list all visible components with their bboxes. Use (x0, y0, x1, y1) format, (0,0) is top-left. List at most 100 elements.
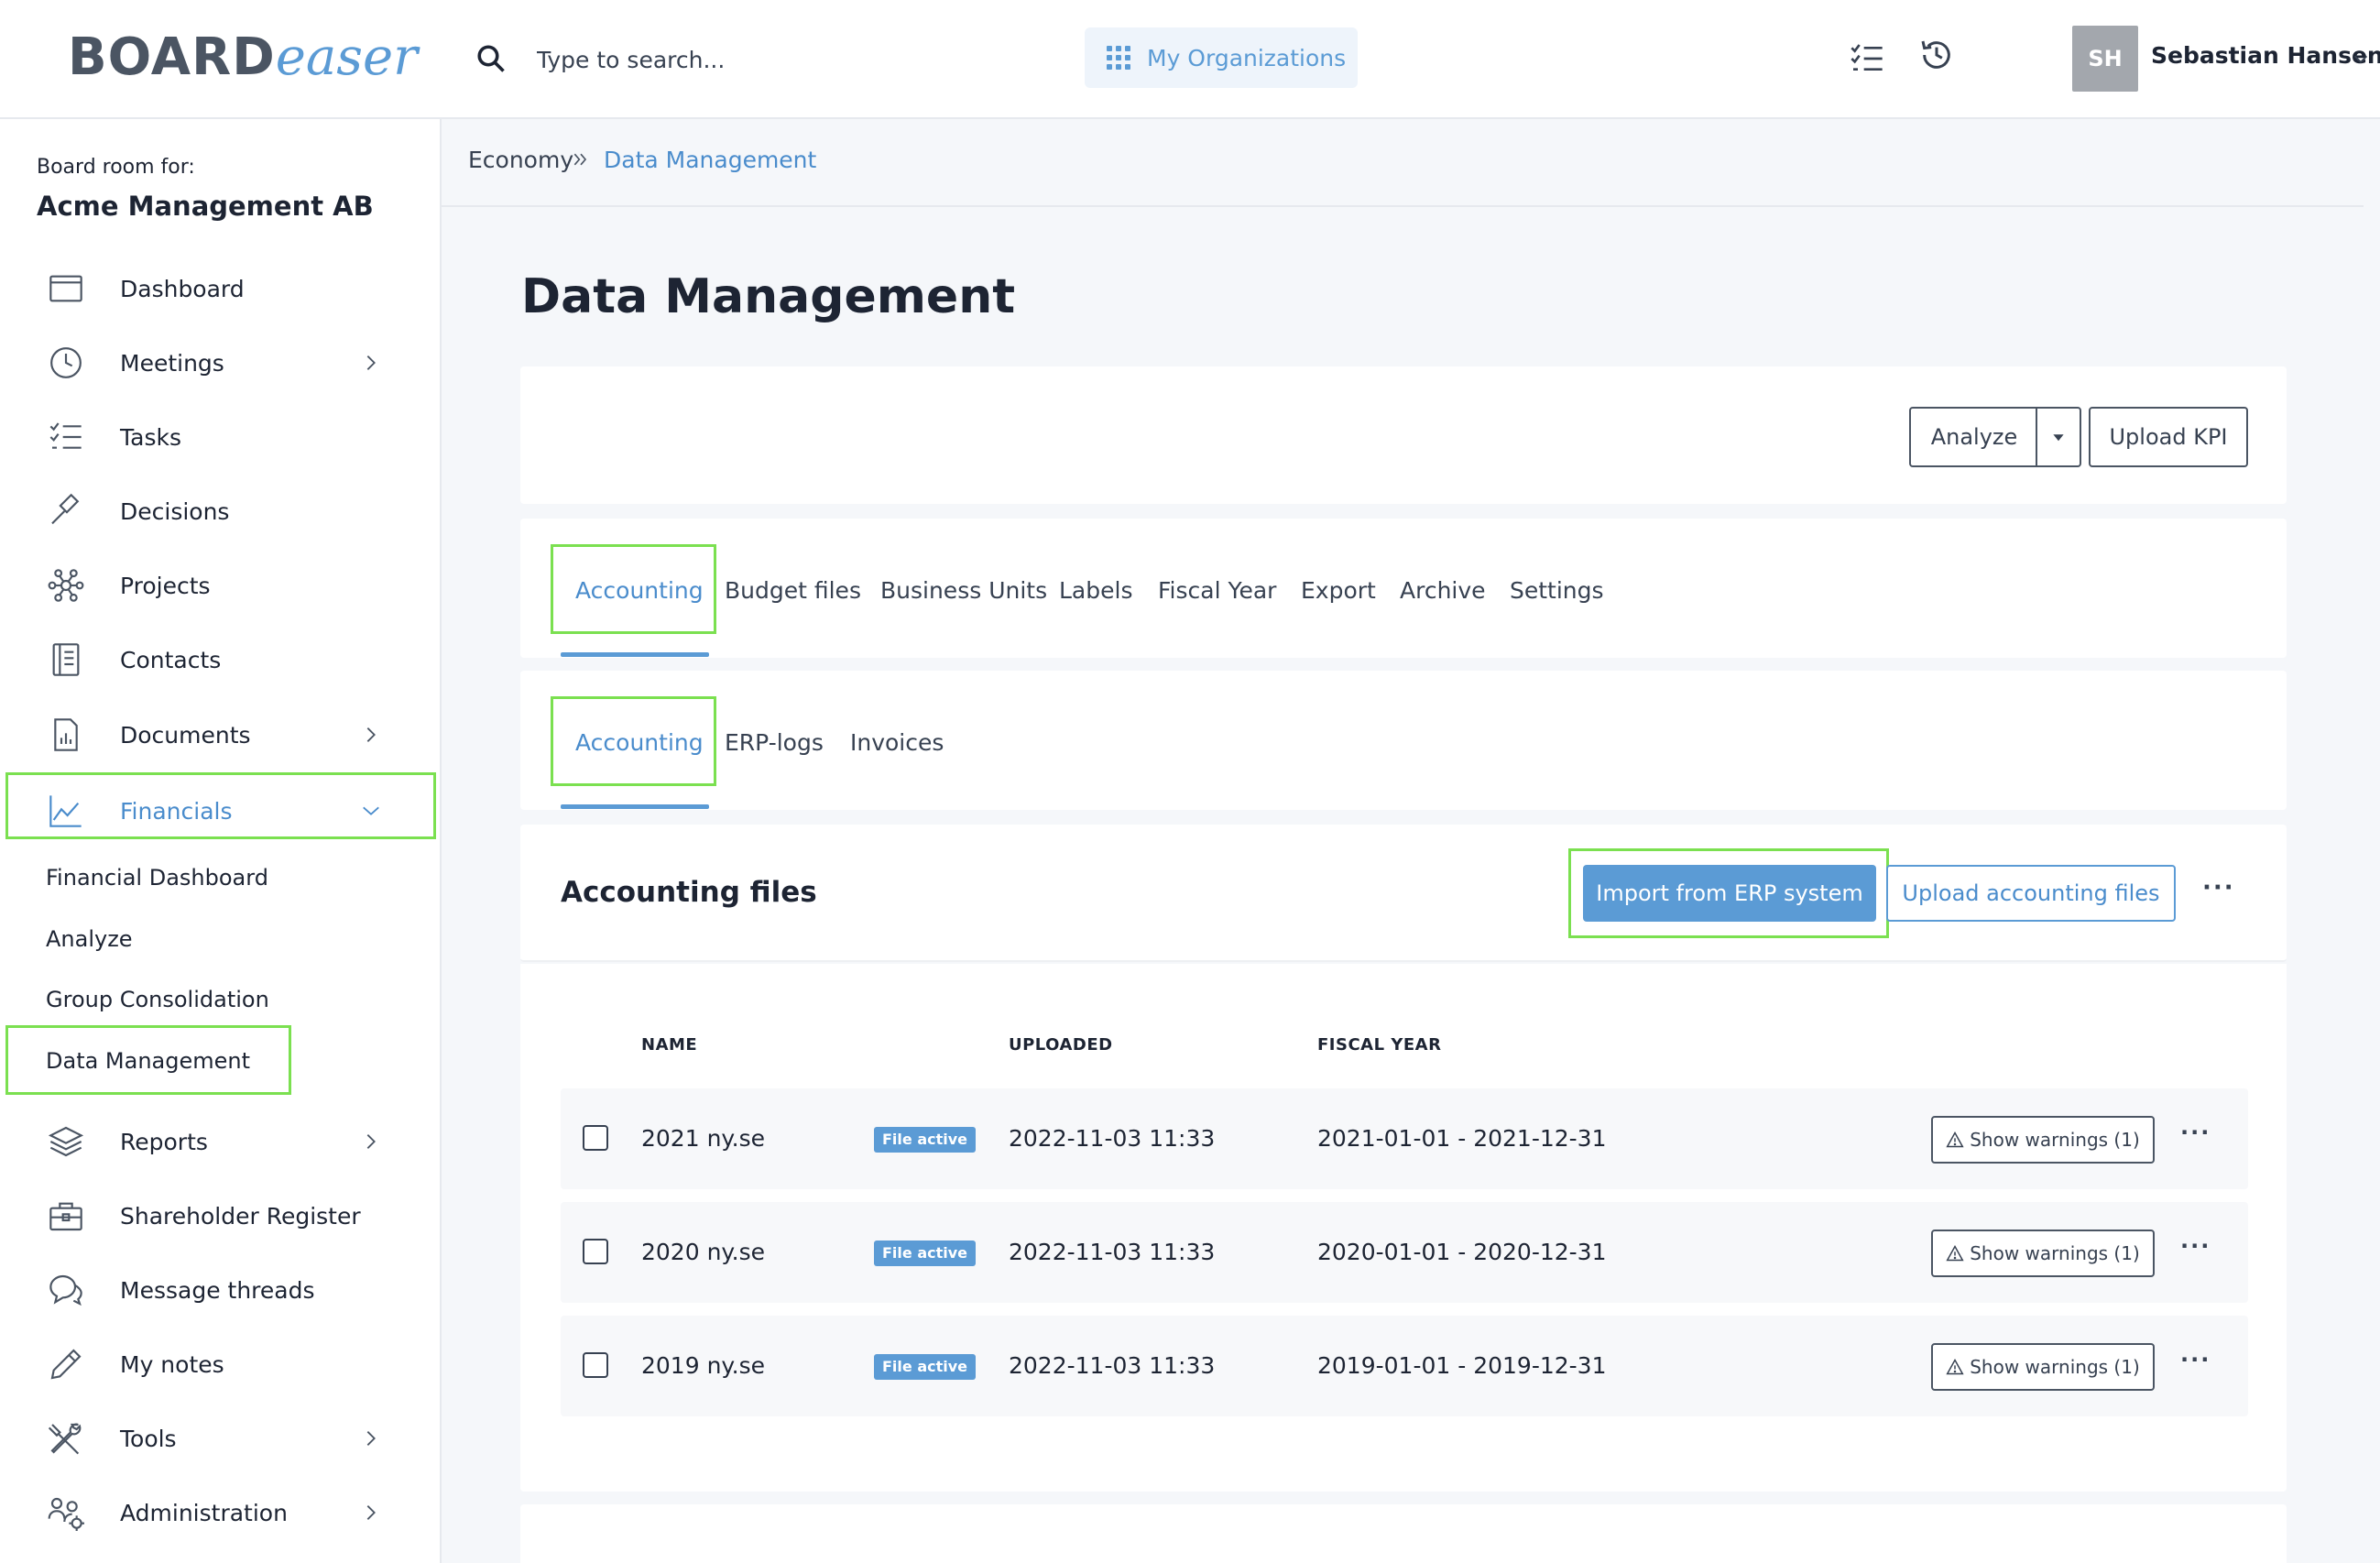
gavel-icon (51, 493, 80, 525)
subtab-erp-logs[interactable]: ERP-logs (725, 729, 824, 756)
top-bar: BOARDeaser My Organizations SH Sebastian… (0, 0, 2380, 119)
sidebar-item-dashboard[interactable]: Dashboard (0, 257, 442, 321)
status-badge: File active (874, 1354, 977, 1380)
sidebar-subitem-group-consolidation[interactable]: Group Consolidation (46, 987, 269, 1012)
tab-settings[interactable]: Settings (1510, 577, 1604, 604)
chevron-right-icon (366, 727, 376, 742)
warning-icon (1946, 1131, 1964, 1148)
more-options-icon[interactable]: ··· (2202, 874, 2235, 902)
sidebar-item-shareholder-register[interactable]: Shareholder Register (0, 1184, 442, 1248)
sidebar-subitem-data-management[interactable]: Data Management (46, 1048, 250, 1074)
sidebar-item-projects[interactable]: Projects (0, 553, 442, 618)
board-room-label: Board room for: (37, 156, 195, 179)
tools-icon (48, 1423, 82, 1455)
sidebar-subitem-financial-dashboard[interactable]: Financial Dashboard (46, 865, 268, 891)
chevron-right-icon (366, 1134, 376, 1149)
sidebar: Board room for: Acme Management AB Dashb… (0, 119, 442, 1563)
uploaded-date: 2022-11-03 11:33 (1009, 1239, 1216, 1265)
row-checkbox[interactable] (583, 1125, 608, 1151)
caret-down-icon (2053, 434, 2064, 442)
analyze-button[interactable]: Analyze (1909, 407, 2037, 467)
sidebar-item-tools[interactable]: Tools (0, 1406, 442, 1470)
sidebar-item-label: Contacts (120, 646, 222, 673)
sidebar-item-label: Shareholder Register (120, 1202, 361, 1230)
upload-kpi-button[interactable]: Upload KPI (2089, 407, 2248, 467)
sidebar-item-documents[interactable]: Documents (0, 703, 442, 767)
task-list-icon[interactable] (1849, 40, 1885, 77)
row-checkbox[interactable] (583, 1239, 608, 1264)
breadcrumb-economy[interactable]: Economy (468, 147, 573, 173)
sidebar-item-label: Decisions (120, 497, 230, 525)
tab-export[interactable]: Export (1301, 577, 1376, 604)
tab-active-indicator (561, 652, 709, 657)
address-book-icon (52, 643, 80, 676)
uploaded-date: 2022-11-03 11:33 (1009, 1352, 1216, 1379)
column-header-uploaded: UPLOADED (1009, 1035, 1113, 1055)
sidebar-item-label: Tasks (120, 423, 181, 451)
warning-icon (1946, 1244, 1964, 1262)
sidebar-item-meetings[interactable]: Meetings (0, 331, 442, 395)
sidebar-subitem-analyze[interactable]: Analyze (46, 926, 133, 952)
subtab-accounting[interactable]: Accounting (575, 729, 704, 756)
sidebar-item-decisions[interactable]: Decisions (0, 479, 442, 543)
layers-icon (48, 1126, 84, 1157)
tab-archive[interactable]: Archive (1400, 577, 1486, 604)
fiscal-year-range: 2019-01-01 - 2019-12-31 (1317, 1352, 1607, 1379)
show-warnings-button[interactable]: Show warnings (1) (1931, 1343, 2155, 1391)
breadcrumb-data-management[interactable]: Data Management (604, 147, 816, 173)
briefcase-icon (49, 1202, 82, 1231)
logo-bold-text: BOARD (68, 27, 276, 87)
tab-accounting[interactable]: Accounting (575, 577, 704, 604)
status-badge: File active (874, 1127, 977, 1153)
row-checkbox[interactable] (583, 1352, 608, 1378)
file-name: 2020 ny.se (641, 1239, 765, 1265)
tab-business-units[interactable]: Business Units (880, 577, 1047, 604)
sidebar-item-reports[interactable]: Reports (0, 1109, 442, 1174)
show-warnings-button[interactable]: Show warnings (1) (1931, 1116, 2155, 1164)
chevron-right-icon (366, 1505, 376, 1520)
show-warnings-button[interactable]: Show warnings (1) (1931, 1230, 2155, 1277)
table-row: 2019 ny.se File active 2022-11-03 11:33 … (561, 1316, 2248, 1416)
row-more-icon[interactable]: ··· (2180, 1120, 2211, 1145)
tab-budget-files[interactable]: Budget files (725, 577, 861, 604)
sidebar-item-contacts[interactable]: Contacts (0, 628, 442, 692)
search-input[interactable] (537, 37, 1013, 82)
chevron-down-icon (363, 806, 379, 815)
sidebar-item-label: Projects (120, 572, 211, 599)
analyze-dropdown-button[interactable] (2036, 407, 2081, 467)
subtab-invoices[interactable]: Invoices (850, 729, 944, 756)
clock-icon (50, 347, 82, 378)
sidebar-item-financials[interactable]: Financials (0, 779, 442, 843)
avatar[interactable]: SH (2072, 26, 2138, 92)
pencil-icon (50, 1349, 82, 1380)
uploaded-date: 2022-11-03 11:33 (1009, 1125, 1216, 1152)
sidebar-item-message-threads[interactable]: Message threads (0, 1258, 442, 1322)
user-name[interactable]: Sebastian Hansen (2151, 42, 2380, 69)
sidebar-item-label: Documents (120, 721, 251, 749)
logo-script-text: easer (275, 27, 418, 87)
my-organizations-button[interactable]: My Organizations (1085, 27, 1358, 88)
sidebar-item-label: Dashboard (120, 275, 245, 302)
breadcrumb: Economy Data Management (442, 119, 2364, 207)
warning-icon (1946, 1358, 1964, 1375)
import-erp-button[interactable]: Import from ERP system (1583, 865, 1876, 922)
chevron-right-icon (366, 1431, 376, 1446)
sidebar-item-my-notes[interactable]: My notes (0, 1332, 442, 1396)
tab-fiscal-year[interactable]: Fiscal Year (1158, 577, 1276, 604)
next-card (520, 1504, 2287, 1563)
tab-labels[interactable]: Labels (1059, 577, 1132, 604)
sidebar-item-administration[interactable]: Administration (0, 1481, 442, 1545)
row-more-icon[interactable]: ··· (2180, 1233, 2211, 1259)
chevron-down-icon[interactable] (2351, 49, 2371, 70)
calendar-icon (49, 275, 82, 302)
subtab-active-indicator (561, 804, 709, 809)
sidebar-item-tasks[interactable]: Tasks (0, 405, 442, 469)
search-icon[interactable] (475, 42, 508, 75)
chat-icon (49, 1274, 82, 1306)
brand-logo[interactable]: BOARDeaser (68, 27, 418, 87)
history-icon[interactable] (1918, 37, 1955, 73)
sidebar-item-label: Message threads (120, 1276, 315, 1304)
fiscal-year-range: 2020-01-01 - 2020-12-31 (1317, 1239, 1607, 1265)
upload-accounting-files-button[interactable]: Upload accounting files (1886, 865, 2176, 922)
row-more-icon[interactable]: ··· (2180, 1347, 2211, 1372)
